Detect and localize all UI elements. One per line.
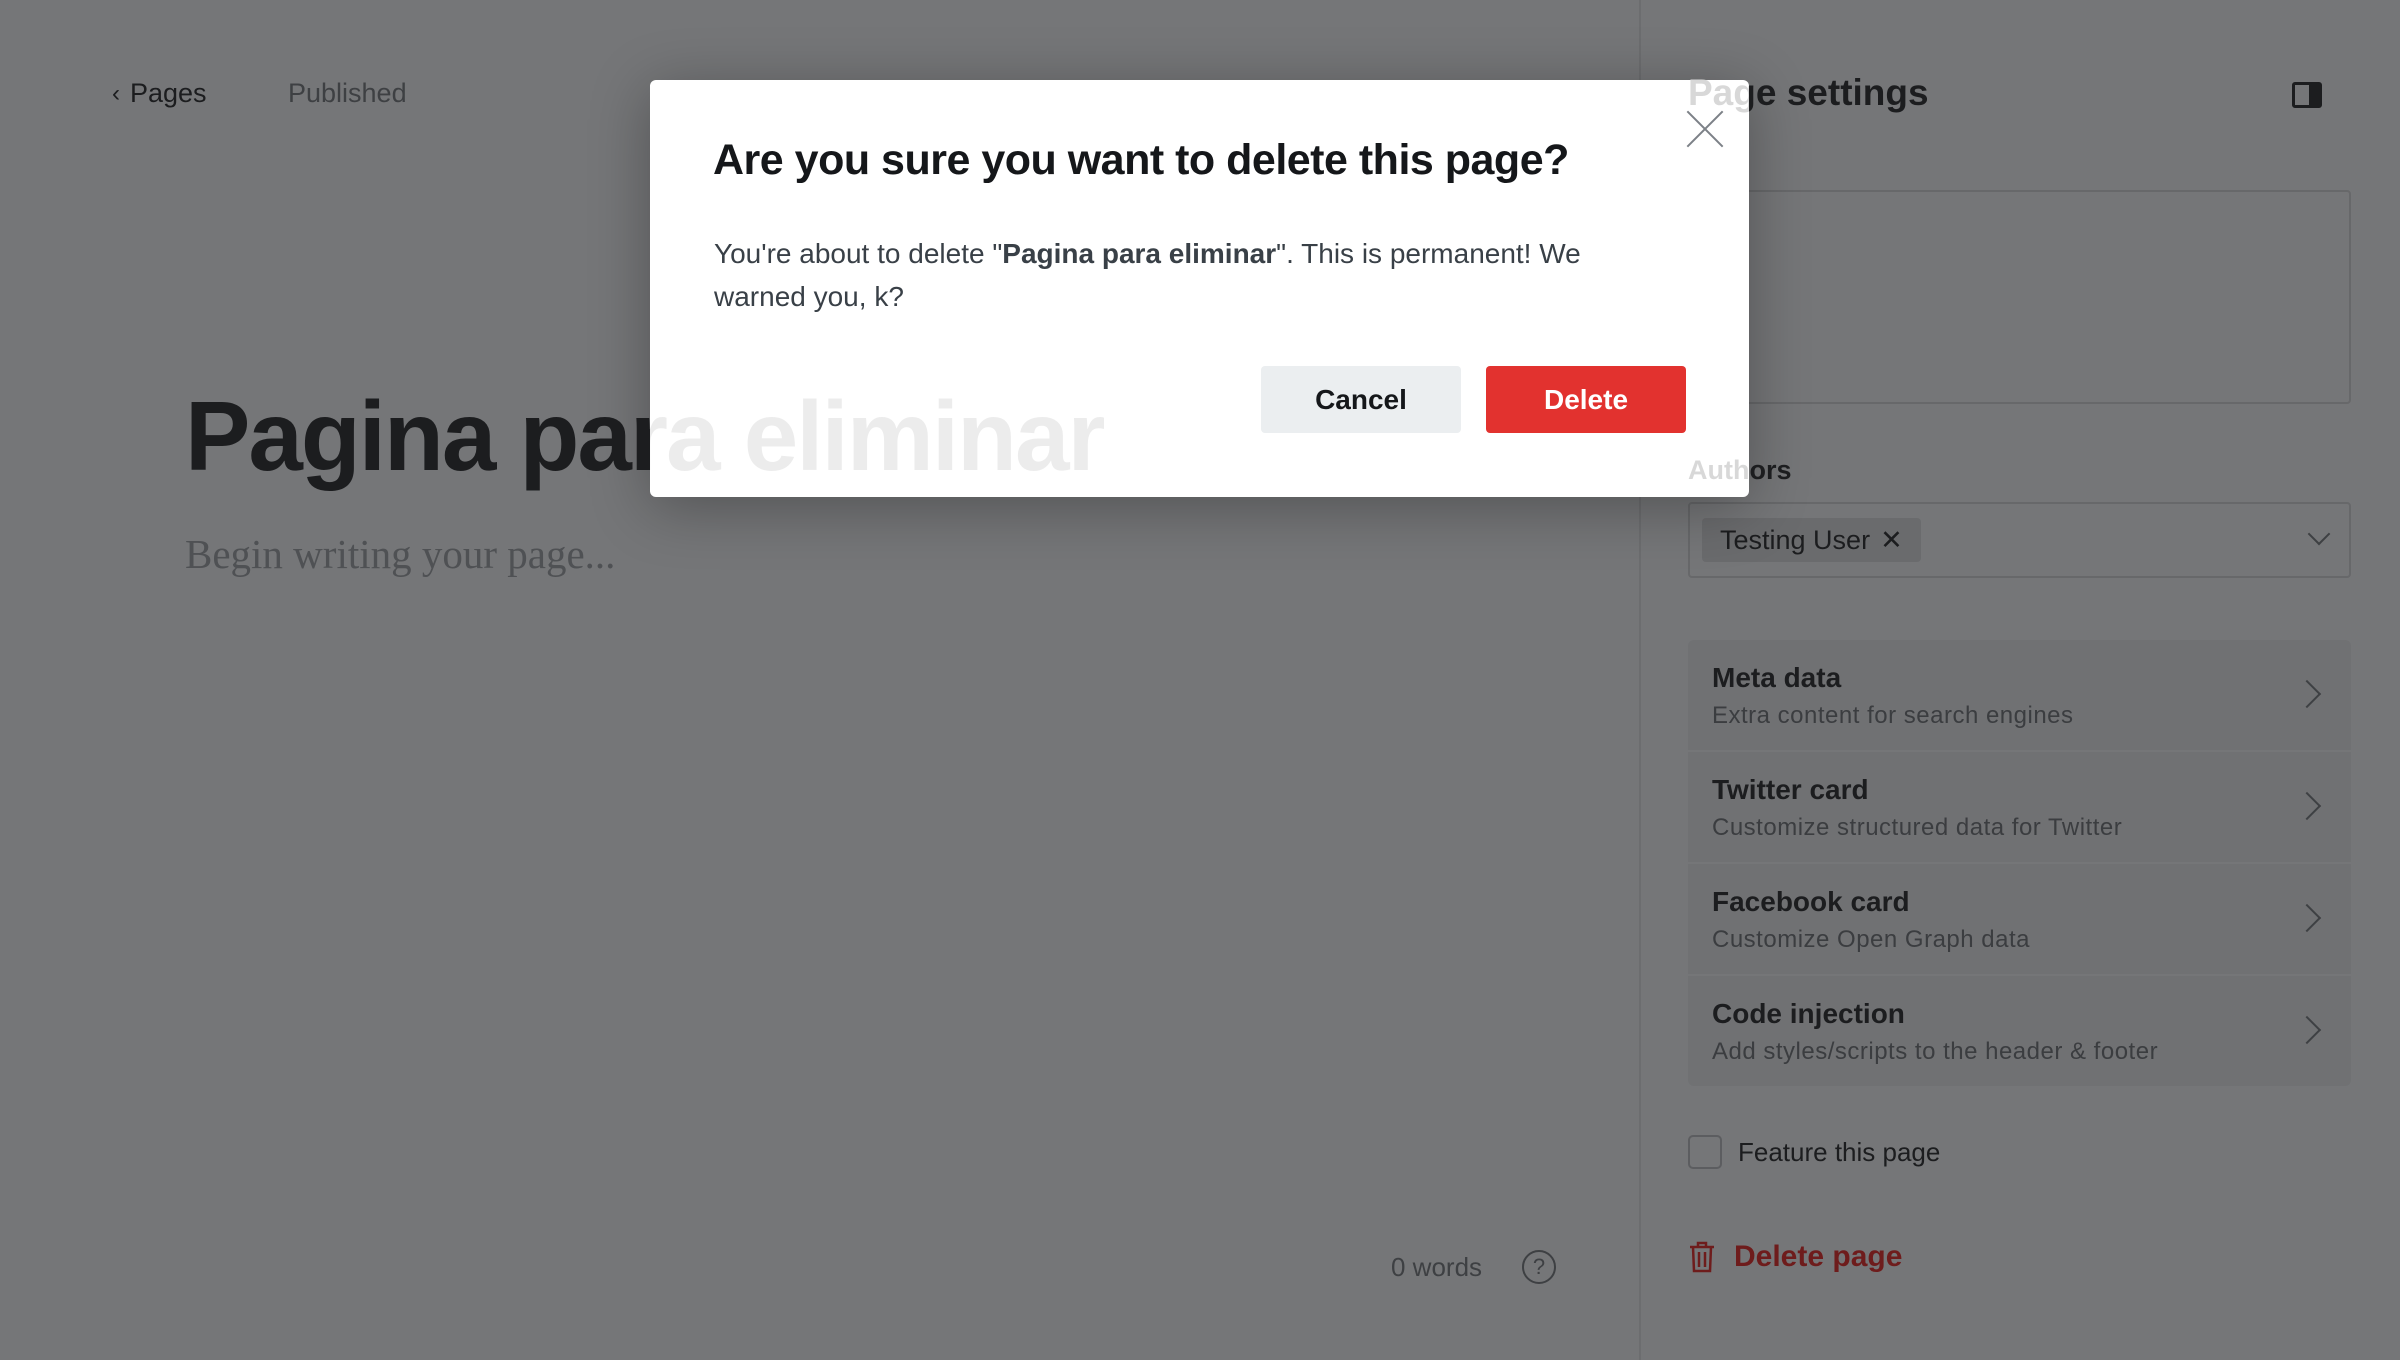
help-icon[interactable]: ?	[1522, 1250, 1556, 1284]
feature-page-toggle[interactable]: Feature this page	[1688, 1135, 1940, 1169]
chevron-down-icon[interactable]	[2307, 522, 2331, 546]
menu-item-meta-data[interactable]: Meta data Extra content for search engine…	[1688, 640, 2351, 750]
menu-item-facebook-card[interactable]: Facebook card Customize Open Graph data	[1688, 864, 2351, 974]
authors-select[interactable]: Testing User ✕	[1688, 502, 2351, 578]
editor-body-placeholder[interactable]: Begin writing your page...	[185, 530, 615, 578]
menu-item-title: Code injection	[1712, 998, 1905, 1029]
delete-page-label: Delete page	[1734, 1240, 1903, 1273]
menu-item-subtitle: Customize structured data for Twitter	[1712, 814, 2123, 841]
remove-author-icon[interactable]: ✕	[1880, 518, 1903, 562]
delete-button[interactable]: Delete	[1486, 366, 1686, 433]
close-icon[interactable]	[1686, 110, 1724, 148]
page-title-input[interactable]: Pagina para eliminar	[185, 380, 1106, 492]
menu-item-twitter-card[interactable]: Twitter card Customize structured data fo…	[1688, 752, 2351, 862]
cancel-button[interactable]: Cancel	[1261, 366, 1461, 433]
page-name: Pagina para eliminar	[1002, 238, 1277, 269]
menu-item-subtitle: Add styles/scripts to the header & foote…	[1712, 1038, 2159, 1065]
settings-menu: Meta data Extra content for search engine…	[1688, 640, 2351, 1088]
message-text: You're about to delete "	[714, 238, 1003, 269]
post-status: Published	[288, 78, 407, 108]
menu-item-subtitle: Customize Open Graph data	[1712, 926, 2030, 953]
menu-item-subtitle: Extra content for search engines	[1712, 702, 2074, 729]
excerpt-textarea[interactable]	[1688, 190, 2351, 404]
menu-item-code-injection[interactable]: Code injection Add styles/scripts to the …	[1688, 976, 2351, 1086]
settings-title: Page settings	[1688, 72, 1929, 113]
modal-message: You're about to delete "Pagina para elim…	[714, 232, 1674, 318]
author-chip: Testing User ✕	[1702, 518, 1921, 562]
author-name: Testing User	[1720, 525, 1871, 555]
modal-title: Are you sure you want to delete this pag…	[713, 136, 1569, 184]
authors-label: Authors	[1688, 455, 1792, 485]
menu-item-title: Facebook card	[1712, 886, 1910, 917]
trash-icon	[1690, 1241, 1714, 1273]
delete-page-button[interactable]: Delete page	[1688, 1240, 1902, 1274]
toggle-sidebar-icon[interactable]	[2292, 82, 2322, 108]
menu-item-title: Meta data	[1712, 662, 1842, 693]
word-count: 0 words	[1391, 1252, 1483, 1282]
back-to-pages-link[interactable]: ‹ Pages	[112, 78, 207, 109]
back-label: Pages	[130, 78, 207, 108]
feature-checkbox[interactable]	[1688, 1135, 1722, 1169]
feature-label: Feature this page	[1738, 1136, 1941, 1167]
chevron-left-icon: ‹	[112, 79, 120, 107]
menu-item-title: Twitter card	[1712, 774, 1869, 805]
